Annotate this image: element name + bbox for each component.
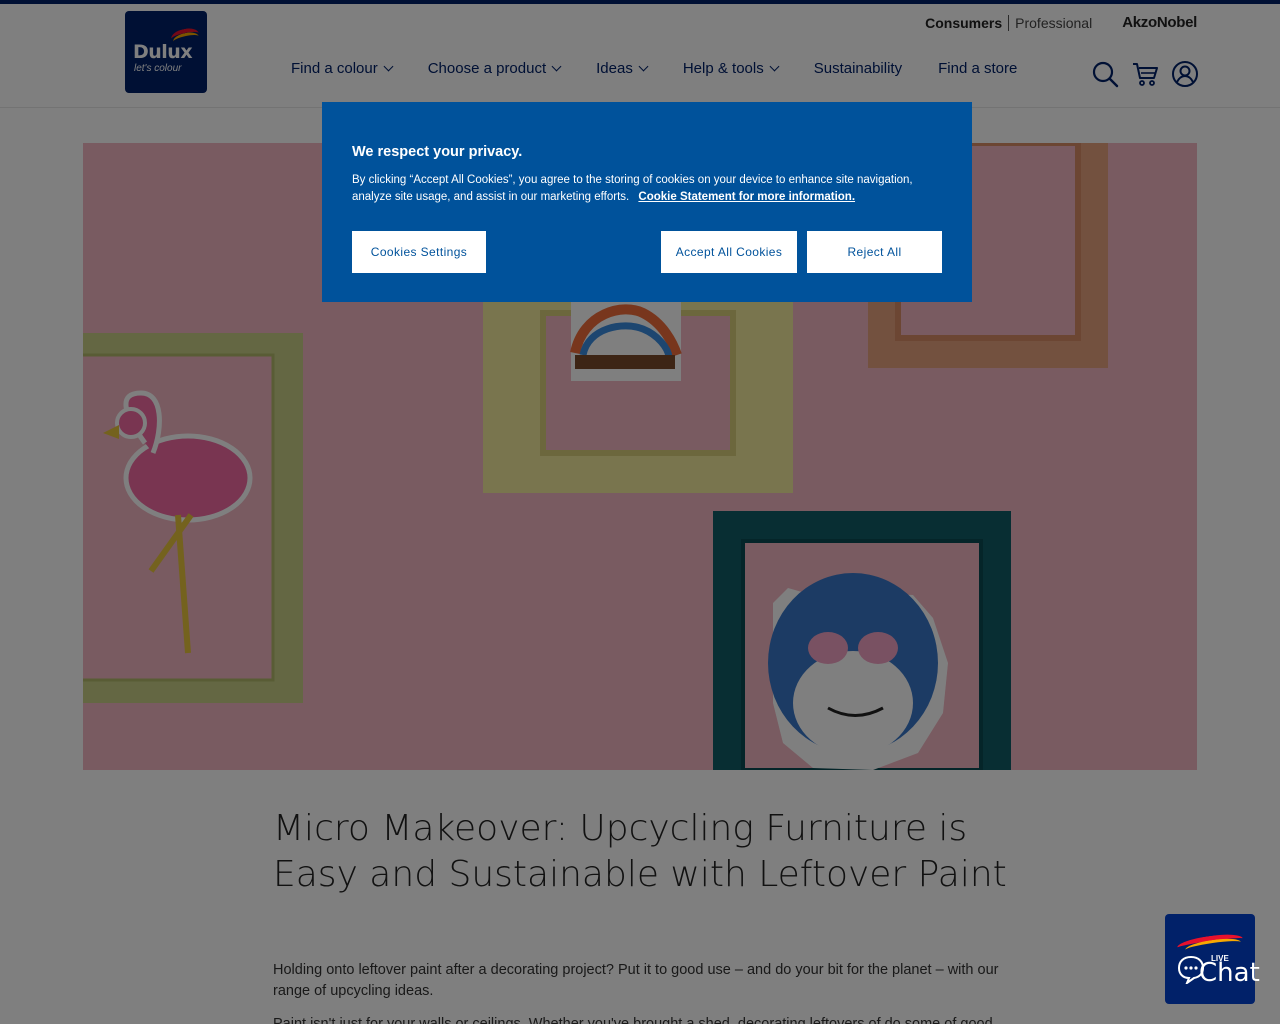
cookie-statement-link[interactable]: Cookie Statement for more information. bbox=[638, 191, 855, 203]
reject-all-button[interactable]: Reject All bbox=[807, 231, 942, 273]
cookie-title: We respect your privacy. bbox=[352, 144, 523, 160]
cookie-banner: We respect your privacy. By clicking “Ac… bbox=[322, 102, 972, 302]
cookie-text: By clicking “Accept All Cookies”, you ag… bbox=[352, 172, 942, 206]
live-chat-button[interactable]: LIVE Chat bbox=[1165, 914, 1260, 1004]
accept-all-cookies-button[interactable]: Accept All Cookies bbox=[661, 231, 797, 273]
cookies-settings-button[interactable]: Cookies Settings bbox=[352, 231, 486, 273]
chat-word: Chat bbox=[1199, 958, 1260, 988]
